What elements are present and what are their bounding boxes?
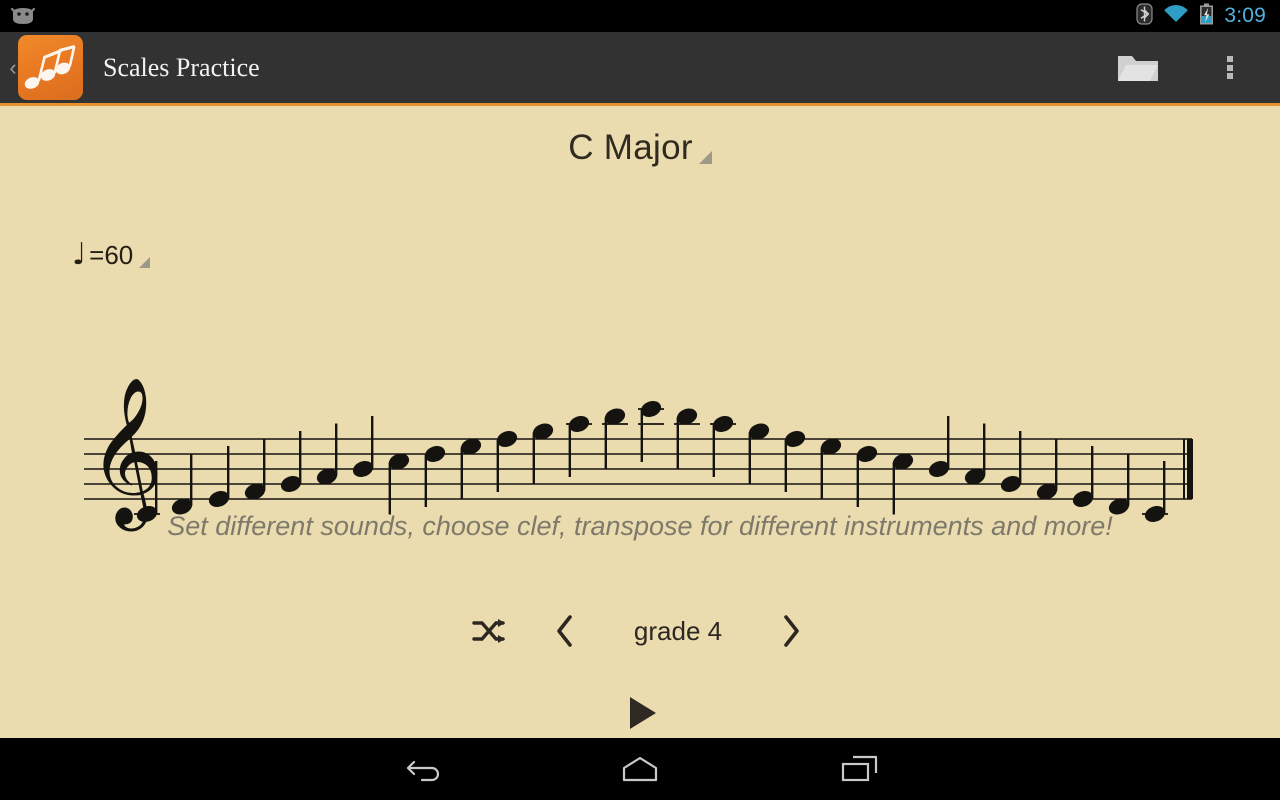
android-head-icon <box>10 7 36 25</box>
overflow-menu-icon[interactable] <box>1202 40 1258 96</box>
app-title: Scales Practice <box>103 52 260 82</box>
next-grade-button[interactable] <box>768 608 814 654</box>
note-heads <box>134 398 1168 522</box>
note-D5[interactable] <box>423 443 448 507</box>
note-G5[interactable] <box>747 421 772 485</box>
score-notation[interactable]: 𝄞 <box>0 291 1280 541</box>
note-C6[interactable] <box>638 398 664 462</box>
note-E4[interactable] <box>207 446 232 510</box>
recent-apps-icon[interactable] <box>800 738 920 800</box>
back-arrow-icon[interactable] <box>365 738 485 800</box>
shuffle-icon[interactable] <box>466 609 512 653</box>
final-barline <box>1183 439 1193 499</box>
music-notes-app-icon[interactable] <box>18 35 83 100</box>
note-B5[interactable] <box>602 406 628 470</box>
battery-charging-icon <box>1199 3 1214 30</box>
wifi-icon <box>1163 4 1189 29</box>
status-bar-right: 3:09 <box>1136 2 1280 30</box>
dropdown-triangle-icon <box>698 151 712 164</box>
note-C5[interactable] <box>387 451 412 515</box>
feature-tagline: Set different sounds, choose clef, trans… <box>167 511 1113 541</box>
overflow-dot <box>1227 64 1233 71</box>
status-bar-left <box>0 7 1136 25</box>
note-F5[interactable] <box>495 428 520 492</box>
note-E4[interactable] <box>1071 446 1096 510</box>
page-title: C Major <box>568 128 693 167</box>
overflow-dot <box>1227 73 1233 79</box>
note-E5[interactable] <box>459 436 484 500</box>
note-G4[interactable] <box>279 431 304 495</box>
grade-selector: grade 4 <box>0 608 1280 654</box>
previous-grade-button[interactable] <box>542 608 588 654</box>
note-B4[interactable] <box>927 416 952 480</box>
barline-thick <box>1187 439 1193 499</box>
note-G4[interactable] <box>999 431 1024 495</box>
note-D4[interactable] <box>1107 453 1132 518</box>
tempo-selector[interactable]: ♩ =60 <box>72 237 151 272</box>
barline-thin <box>1183 439 1185 499</box>
folder-icon[interactable] <box>1110 40 1166 96</box>
play-button[interactable] <box>0 684 1280 742</box>
note-F4[interactable] <box>1035 438 1060 503</box>
grade-label: grade 4 <box>633 615 723 646</box>
tempo-value: =60 <box>89 240 134 270</box>
android-navigation-bar <box>0 738 1280 800</box>
note-D4[interactable] <box>170 453 195 518</box>
note-A4[interactable] <box>963 423 988 488</box>
music-staff[interactable]: 𝄞 <box>0 291 1280 541</box>
note-E5[interactable] <box>819 436 844 500</box>
note-A5[interactable] <box>710 413 736 477</box>
note-F5[interactable] <box>783 428 808 492</box>
dropdown-triangle-icon <box>139 257 151 268</box>
note-A5[interactable] <box>566 413 592 477</box>
overflow-dot <box>1227 56 1233 62</box>
quarter-note-icon: ♩ <box>72 237 87 272</box>
note-D5[interactable] <box>855 443 880 507</box>
note-B5[interactable] <box>674 406 700 470</box>
play-icon <box>630 697 656 729</box>
bluetooth-icon <box>1136 2 1153 30</box>
note-C5[interactable] <box>891 451 916 515</box>
note-G5[interactable] <box>531 421 556 485</box>
android-status-bar: 3:09 <box>0 0 1280 32</box>
note-A4[interactable] <box>315 423 340 488</box>
app-action-bar: ‹ Scales Practice <box>0 32 1280 106</box>
scale-practice-content: C Major ♩ =60 𝄞 Set different sounds, ch… <box>0 106 1280 738</box>
note-B4[interactable] <box>351 416 376 480</box>
status-bar-clock: 3:09 <box>1224 4 1266 27</box>
note-F4[interactable] <box>243 438 268 503</box>
key-selector[interactable]: C Major <box>0 128 1280 168</box>
home-icon[interactable] <box>580 738 700 800</box>
